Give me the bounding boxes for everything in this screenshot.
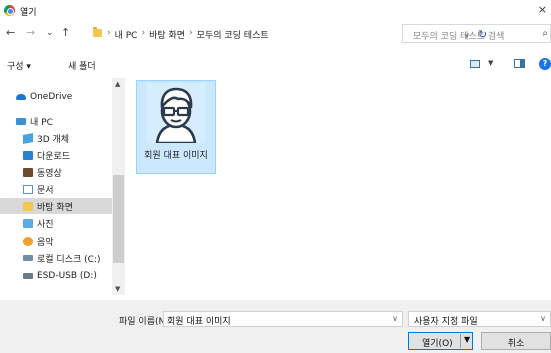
back-button[interactable]: ←	[6, 27, 15, 39]
scroll-up-icon[interactable]: ▲	[115, 80, 120, 88]
breadcrumb-item-pc[interactable]: 내 PC	[115, 28, 138, 41]
cloud-icon	[16, 94, 26, 100]
search-placeholder: 모두의 코딩 테스트 검색	[413, 32, 505, 42]
title-bar: 열기 ×	[0, 0, 551, 22]
filename-value: 회원 대표 이미지	[167, 317, 231, 327]
pc-icon	[16, 117, 26, 125]
help-icon[interactable]: ?	[539, 58, 551, 70]
cube-icon	[23, 132, 33, 144]
document-icon	[23, 184, 33, 194]
disk-icon	[23, 255, 33, 261]
file-name: 회원 대표 이미지	[144, 151, 208, 161]
navigation-pane: OneDrive 내 PC 3D 개체 다운로드 동영상 문서 바탕 화면 사진…	[0, 78, 125, 295]
split-divider	[460, 334, 461, 348]
file-list: 회원 대표 이미지	[126, 78, 551, 295]
open-button-label: 열기(O)	[422, 339, 453, 349]
download-icon	[23, 150, 33, 160]
breadcrumb: › 내 PC › 바탕 화면 › 모두의 코딩 테스트	[107, 28, 269, 41]
new-folder-button[interactable]: 새 폴더	[68, 59, 96, 72]
usb-icon	[23, 273, 33, 279]
tree-item-desktop[interactable]: 바탕 화면	[0, 198, 112, 214]
view-dropdown-icon[interactable]: ▼	[488, 59, 493, 67]
command-toolbar: 구성 ▾ 새 폴더 ▼ ?	[0, 50, 551, 76]
navigation-bar: ← → ⌄ ↑ › 내 PC › 바탕 화면 › 모두의 코딩 테스트 ∨ ↻ …	[0, 22, 551, 46]
forward-button[interactable]: →	[26, 27, 35, 39]
recent-locations-button[interactable]: ⌄	[46, 27, 54, 39]
view-mode-icon[interactable]	[470, 60, 480, 68]
video-icon	[23, 167, 33, 177]
photo-icon	[23, 218, 33, 228]
preview-pane-icon[interactable]	[514, 59, 525, 68]
window-title: 열기	[20, 8, 37, 18]
search-box[interactable]: 모두의 코딩 테스트 검색 ⌕	[402, 24, 551, 43]
avatar-glasses-icon	[147, 83, 205, 143]
filename-input[interactable]: 회원 대표 이미지 ∨	[163, 311, 403, 327]
folder-icon	[93, 27, 102, 37]
tree-item-local-disk[interactable]: 로컬 디스크 (C:)	[0, 250, 112, 266]
tree-item-music[interactable]: 음악	[0, 233, 112, 249]
file-type-select[interactable]: 사용자 지정 파일 ∨	[408, 311, 551, 327]
scrollbar-thumb[interactable]	[113, 175, 124, 263]
tree-item-onedrive[interactable]: OneDrive	[0, 89, 112, 105]
organize-button[interactable]: 구성 ▾	[7, 59, 31, 72]
scroll-down-icon[interactable]: ▼	[115, 285, 120, 293]
dialog-footer: 파일 이름(N): 회원 대표 이미지 ∨ 사용자 지정 파일 ∨ 열기(O) …	[0, 300, 551, 353]
search-icon: ⌕	[542, 28, 548, 39]
folder-icon	[23, 201, 33, 211]
file-type-value: 사용자 지정 파일	[414, 317, 478, 327]
breadcrumb-item-desktop[interactable]: 바탕 화면	[149, 28, 185, 41]
file-type-dropdown-icon[interactable]: ∨	[540, 314, 546, 323]
music-icon	[23, 236, 33, 246]
breadcrumb-item-folder[interactable]: 모두의 코딩 테스트	[197, 28, 269, 41]
filename-dropdown-icon[interactable]: ∨	[392, 314, 398, 323]
cancel-button-label: 취소	[507, 339, 525, 349]
file-item[interactable]: 회원 대표 이미지	[136, 80, 216, 174]
tree-item-pictures[interactable]: 사진	[0, 215, 112, 231]
tree-item-documents[interactable]: 문서	[0, 181, 112, 197]
tree-item-downloads[interactable]: 다운로드	[0, 147, 112, 163]
tree-item-usb-drive[interactable]: ESD-USB (D:)	[0, 268, 112, 284]
up-button[interactable]: ↑	[61, 27, 70, 39]
open-button[interactable]: 열기(O) ▼	[408, 332, 473, 350]
open-options-dropdown-icon[interactable]: ▼	[464, 335, 470, 344]
cancel-button[interactable]: 취소	[481, 332, 551, 350]
address-bar[interactable]: › 내 PC › 바탕 화면 › 모두의 코딩 테스트 ∨ ↻	[90, 24, 487, 43]
close-button[interactable]: ×	[538, 3, 547, 16]
navigation-scrollbar[interactable]: ▲ ▼	[112, 78, 125, 295]
tree-item-this-pc[interactable]: 내 PC	[0, 113, 112, 129]
tree-item-videos[interactable]: 동영상	[0, 164, 112, 180]
chrome-icon	[4, 5, 15, 16]
tree-item-3d-objects[interactable]: 3D 개체	[0, 130, 112, 146]
